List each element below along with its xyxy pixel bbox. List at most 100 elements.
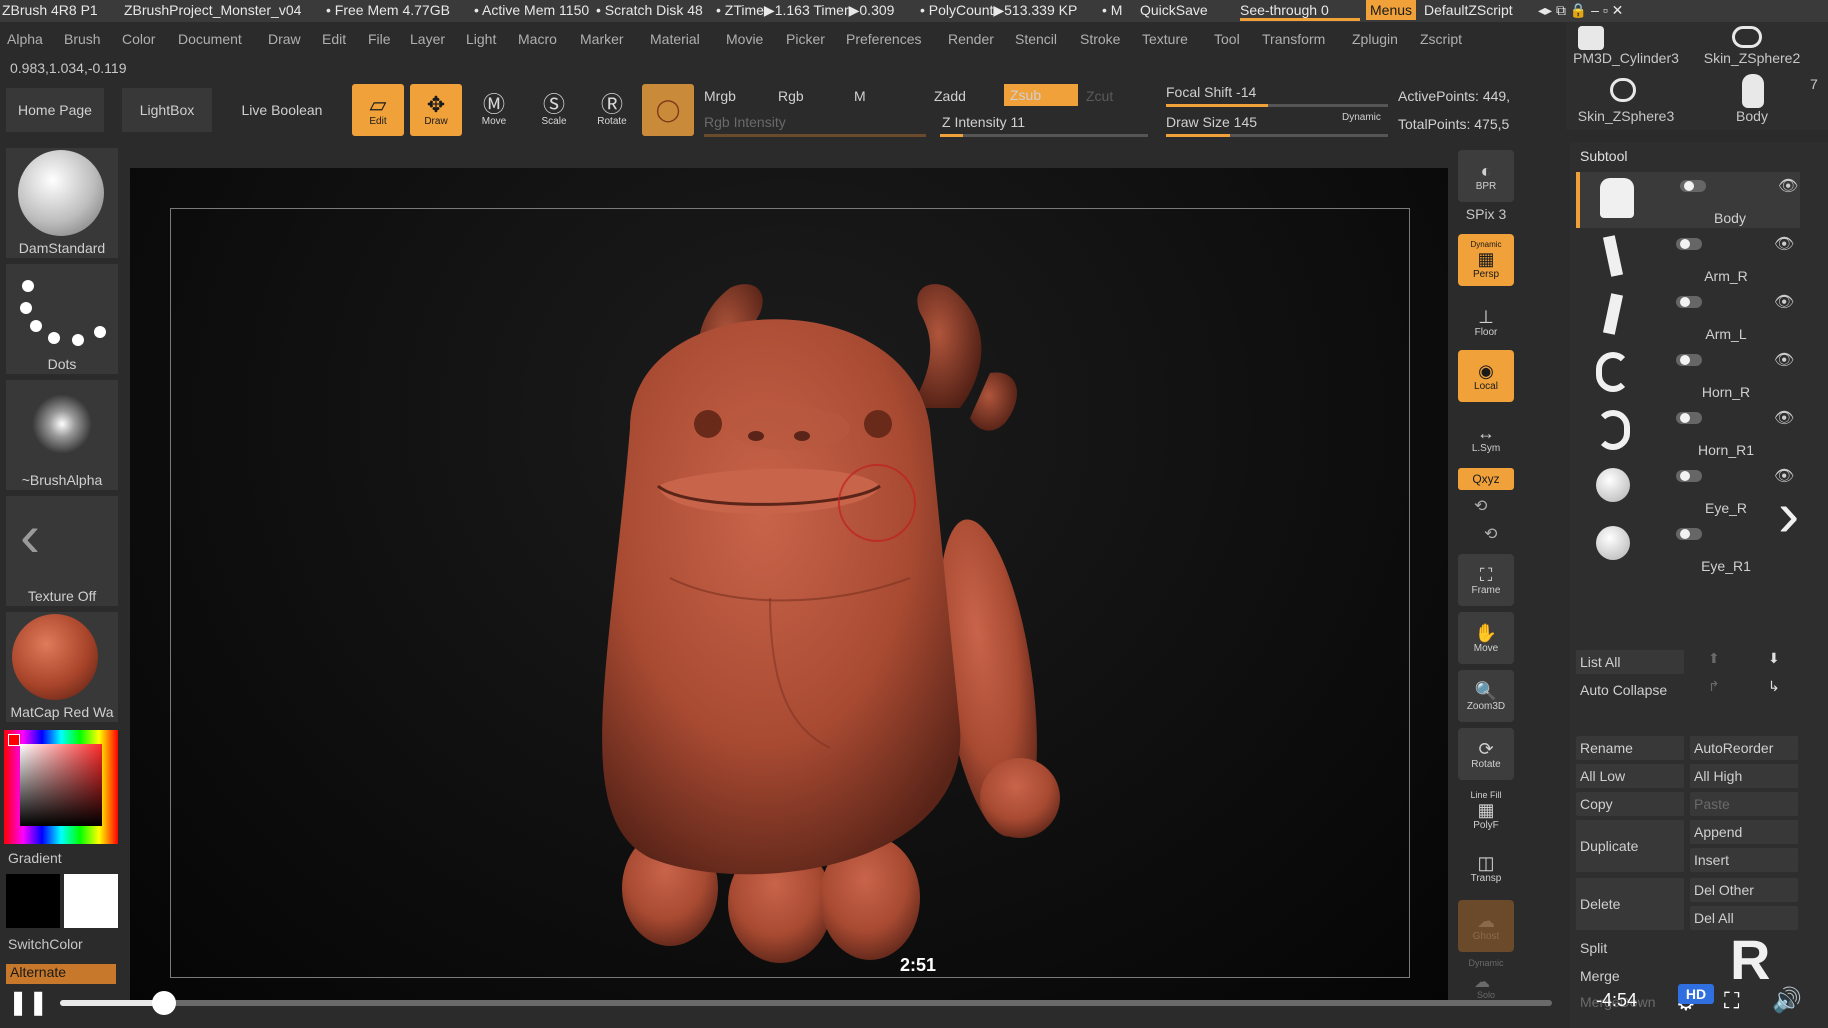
subtool-item-horn-r1[interactable]: 👁 Horn_R1 (1576, 404, 1796, 460)
eye-icon[interactable]: 👁 (1774, 292, 1794, 312)
transp-button[interactable]: ◫ Transp (1458, 842, 1514, 894)
rgb-intensity-slider[interactable]: Rgb Intensity (704, 114, 786, 130)
move-down-icon[interactable]: ↳ (1768, 678, 1780, 695)
del-all-button[interactable]: Del All (1690, 906, 1798, 930)
cylinder-thumb-icon[interactable] (1578, 26, 1604, 50)
floor-button[interactable]: ⊥ Floor (1458, 296, 1514, 348)
menu-tool[interactable]: Tool (1214, 31, 1240, 47)
switch-color-button[interactable]: SwitchColor (8, 936, 83, 952)
tool-thumb-label-4[interactable]: Body (1692, 108, 1812, 124)
color-swatch-button[interactable]: ◯ (642, 84, 694, 136)
rotate-z-icon[interactable]: ⟲ (1484, 524, 1497, 544)
duplicate-button[interactable]: Duplicate (1576, 820, 1684, 872)
all-high-button[interactable]: All High (1690, 764, 1798, 788)
stroke-selector[interactable]: Dots (6, 264, 118, 374)
color-square[interactable] (20, 744, 102, 826)
insert-button[interactable]: Insert (1690, 848, 1798, 872)
default-zscript-button[interactable]: DefaultZScript (1424, 2, 1513, 18)
z-intensity-track[interactable] (940, 134, 1148, 137)
menu-stroke[interactable]: Stroke (1080, 31, 1120, 47)
visibility-toggle[interactable] (1676, 528, 1702, 540)
draw-size-track[interactable] (1166, 134, 1388, 137)
auto-collapse-button[interactable]: Auto Collapse (1576, 678, 1684, 702)
menu-preferences[interactable]: Preferences (846, 31, 921, 47)
volume-icon[interactable]: 🔊 (1772, 986, 1802, 1015)
edit-tool-button[interactable]: ▱ Edit (352, 84, 404, 136)
draw-tool-button[interactable]: ✥ Draw (410, 84, 462, 136)
solo-button[interactable]: Solo (1462, 990, 1510, 1000)
tool-thumb-label-3[interactable]: Skin_ZSphere3 (1566, 108, 1686, 124)
split-button[interactable]: Split (1576, 936, 1684, 960)
menu-texture[interactable]: Texture (1142, 31, 1188, 47)
alternate-button[interactable]: Alternate (6, 964, 116, 984)
menu-brush[interactable]: Brush (64, 31, 101, 47)
chevron-left-icon[interactable]: ‹ (20, 506, 40, 566)
eye-icon[interactable]: 👁 (1778, 176, 1798, 196)
autoreorder-button[interactable]: AutoReorder (1690, 736, 1798, 760)
see-through-slider[interactable]: See-through 0 (1240, 2, 1360, 21)
tool-thumb-label-1[interactable]: PM3D_Cylinder3 (1566, 50, 1686, 66)
brush-selector[interactable]: DamStandard (6, 148, 118, 258)
spix-slider[interactable]: SPix 3 (1458, 206, 1514, 222)
eye-icon[interactable]: 👁 (1774, 350, 1794, 370)
rotate-tool-button[interactable]: Ⓡ Rotate (586, 84, 638, 136)
list-all-button[interactable]: List All (1576, 650, 1684, 674)
visibility-toggle[interactable] (1680, 180, 1706, 192)
body-thumb-icon[interactable] (1742, 74, 1764, 108)
hd-badge[interactable]: HD (1678, 984, 1714, 1004)
menu-macro[interactable]: Macro (518, 31, 557, 47)
paste-button[interactable]: Paste (1690, 792, 1798, 816)
menu-light[interactable]: Light (466, 31, 496, 47)
eye-icon[interactable]: 👁 (1774, 234, 1794, 254)
home-page-button[interactable]: Home Page (6, 88, 104, 132)
menu-stencil[interactable]: Stencil (1015, 31, 1057, 47)
lsym-button[interactable]: ↔ L.Sym (1458, 412, 1514, 464)
quicksave-button[interactable]: QuickSave (1140, 2, 1208, 18)
menu-movie[interactable]: Movie (726, 31, 763, 47)
xyz-button[interactable]: Qxyz (1458, 468, 1514, 490)
menu-render[interactable]: Render (948, 31, 994, 47)
rgb-button[interactable]: Rgb (778, 88, 804, 104)
rotate-y-icon[interactable]: ⟲ (1474, 496, 1487, 516)
visibility-toggle[interactable] (1676, 296, 1702, 308)
persp-button[interactable]: Dynamic ▦ Persp (1458, 234, 1514, 286)
arrow-down-icon[interactable]: ⬇ (1768, 650, 1780, 667)
subtool-item-arm-l[interactable]: 👁 Arm_L (1576, 288, 1796, 344)
menu-picker[interactable]: Picker (786, 31, 825, 47)
menus-button[interactable]: Menus (1366, 0, 1417, 20)
local-button[interactable]: ◉ Local (1458, 350, 1514, 402)
video-progress-bar[interactable] (60, 991, 1552, 1015)
chevron-right-icon[interactable]: › (1778, 482, 1799, 546)
canvas-viewport[interactable] (130, 168, 1448, 1000)
dynamic-toggle[interactable]: Dynamic (1342, 112, 1381, 123)
video-scrubber-handle[interactable] (152, 991, 177, 1015)
subtool-header[interactable]: Subtool (1580, 148, 1627, 164)
menu-document[interactable]: Document (178, 31, 242, 47)
focal-shift-track[interactable] (1166, 104, 1388, 107)
visibility-toggle[interactable] (1676, 470, 1702, 482)
menu-transform[interactable]: Transform (1262, 31, 1325, 47)
draw-size-slider[interactable]: Draw Size 145 (1166, 114, 1257, 130)
arrow-up-icon[interactable]: ⬆ (1708, 650, 1720, 667)
subtool-item-eye-r[interactable]: 👁 Eye_R (1576, 462, 1796, 518)
zsphere-thumb-icon[interactable] (1732, 26, 1762, 48)
polyf-button[interactable]: Line Fill ▦ PolyF (1458, 784, 1514, 836)
material-selector[interactable]: MatCap Red Wa (6, 612, 118, 722)
move-tool-button[interactable]: Ⓜ Move (468, 84, 520, 136)
primary-color-swatch[interactable] (6, 874, 60, 928)
ghost-button[interactable]: ☁ Ghost (1458, 900, 1514, 952)
subtool-item-arm-r[interactable]: 👁 Arm_R (1576, 230, 1796, 286)
visibility-toggle[interactable] (1676, 412, 1702, 424)
menu-material[interactable]: Material (650, 31, 700, 47)
rgb-intensity-track[interactable] (704, 134, 926, 137)
rename-button[interactable]: Rename (1576, 736, 1684, 760)
delete-button[interactable]: Delete (1576, 878, 1684, 930)
gradient-label[interactable]: Gradient (8, 850, 62, 866)
secondary-color-swatch[interactable] (64, 874, 118, 928)
move-up-icon[interactable]: ↱ (1708, 678, 1720, 695)
lightbox-button[interactable]: LightBox (122, 88, 212, 132)
z-intensity-slider[interactable]: Z Intensity 11 (942, 114, 1025, 130)
bpr-button[interactable]: ◐ BPR (1458, 150, 1514, 202)
menu-alpha[interactable]: Alpha (7, 31, 43, 47)
m-button[interactable]: M (854, 88, 866, 104)
